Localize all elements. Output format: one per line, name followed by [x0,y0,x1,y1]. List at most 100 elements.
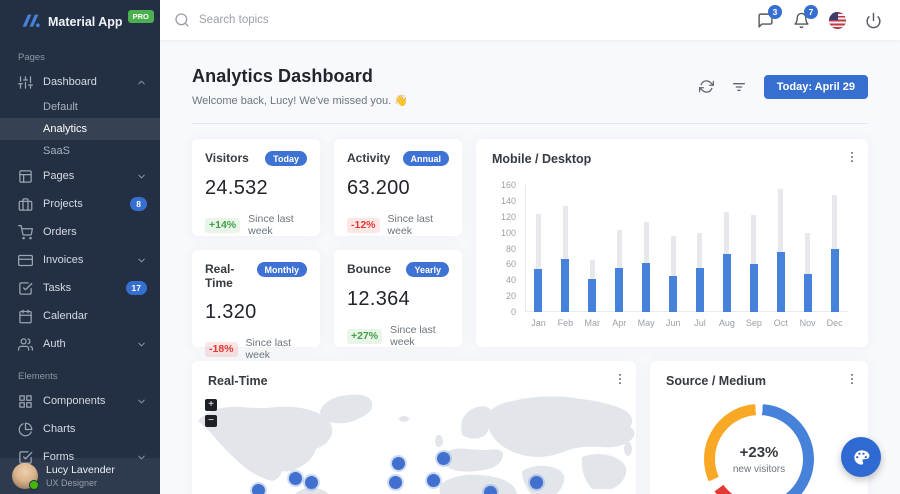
map-visitor-dot [252,484,265,494]
search-input[interactable] [199,14,419,26]
bar-group [606,185,633,312]
subitem-label: Default [43,101,78,113]
map-visitor-dot [427,474,440,487]
pro-badge: PRO [128,10,154,23]
map-zoom-out-button[interactable]: − [205,415,217,427]
sidebar-item-label: Components [43,395,105,407]
bar-group [525,185,552,312]
more-options-icon[interactable] [613,372,627,391]
stat-card-visitors: Visitors Today 24.532 +14% Since last we… [192,139,320,236]
sidebar-item-components[interactable]: Components [0,387,160,415]
sidebar-subitem-saas[interactable]: SaaS [0,140,160,162]
sidebar-item-label: Orders [43,226,77,238]
mobile-bar [696,268,704,312]
credit-card-icon [18,253,33,268]
x-axis-labels: JanFebMarAprMayJunJulAugSepOctNovDec [525,318,848,328]
notifications-button[interactable]: 7 [793,12,810,29]
chevron-down-icon [136,255,147,266]
y-axis-tick: 20 [492,291,516,301]
desktop-bar [617,230,622,268]
stat-caption: Since last week [390,324,449,348]
sidebar-item-charts[interactable]: Charts [0,415,160,443]
page-title: Analytics Dashboard [192,66,408,87]
brand-name: Material App [48,15,123,29]
stat-value: 24.532 [205,177,307,200]
bar-group [660,185,687,312]
sidebar-user[interactable]: Lucy Lavender UX Designer [0,458,160,494]
sidebar-item-auth[interactable]: Auth [0,330,160,358]
sidebar-item-calendar[interactable]: Calendar [0,302,160,330]
header-divider [192,123,868,124]
desktop-bar [832,195,837,249]
language-flag-us-icon[interactable] [829,12,846,29]
chevron-down-icon [136,171,147,182]
stat-card-activity: Activity Annual 63.200 -12% Since last w… [334,139,462,236]
map-visitor-dot [305,476,318,489]
y-axis-tick: 80 [492,244,516,254]
app-window: Material App PRO Pages Dashboard Default… [0,0,900,494]
mobile-bar [642,263,650,312]
stat-card-realtime: Real-Time Monthly 1.320 -18% Since last … [192,250,320,347]
x-axis-tick: Dec [821,318,848,328]
bar-group [740,185,767,312]
layout-icon [18,169,33,184]
stat-delta: -12% [347,218,380,233]
refresh-icon[interactable] [699,79,714,94]
mobile-bar [750,264,758,312]
filter-icon[interactable] [731,79,747,95]
grid-icon [18,394,33,409]
bar-group [579,185,606,312]
check-square-icon [18,281,33,296]
messages-button[interactable]: 3 [757,12,774,29]
sidebar-item-tasks[interactable]: Tasks 17 [0,274,160,302]
subitem-label: Analytics [43,123,87,135]
map-visitor-dot [389,476,402,489]
x-axis-tick: Mar [579,318,606,328]
desktop-bar [751,215,756,264]
source-medium-card: Source / Medium +23% new visitors [650,361,868,494]
messages-badge: 3 [768,5,782,19]
pie-chart-icon [18,422,33,437]
sidebar-item-label: Dashboard [43,76,97,88]
mobile-bar [804,274,812,312]
stat-value: 63.200 [347,177,449,200]
x-axis-tick: Jan [525,318,552,328]
sidebar-section-elements: Elements [0,358,160,387]
brand[interactable]: Material App PRO [0,0,160,39]
sidebar-item-projects[interactable]: Projects 8 [0,190,160,218]
user-role: UX Designer [46,478,115,488]
sidebar-item-label: Pages [43,170,74,182]
theme-settings-button[interactable] [841,437,881,477]
realtime-map-card: Real-Time + − [192,361,636,494]
sidebar-item-pages[interactable]: Pages [0,162,160,190]
sidebar-item-dashboard[interactable]: Dashboard [0,68,160,96]
user-name: Lucy Lavender [46,464,115,476]
date-button[interactable]: Today: April 29 [764,75,868,99]
bar-group [633,185,660,312]
stat-card-bounce: Bounce Yearly 12.364 +27% Since last wee… [334,250,462,347]
sidebar-item-label: Calendar [43,310,88,322]
sign-out-button[interactable] [865,12,882,29]
sidebar-subitem-analytics[interactable]: Analytics [0,118,160,140]
sidebar-item-label: Auth [43,338,66,350]
stat-title: Bounce [347,262,391,276]
search-icon [174,12,190,28]
sidebar-item-orders[interactable]: Orders [0,218,160,246]
y-axis-tick: 120 [492,212,516,222]
page-subtitle: Welcome back, Lucy! We've missed you. 👋 [192,94,408,107]
desktop-bar [697,233,702,268]
search-box [174,12,419,28]
map-zoom-in-button[interactable]: + [205,399,217,411]
x-axis-tick: Nov [794,318,821,328]
y-axis-tick: 0 [492,307,516,317]
projects-count-badge: 8 [130,197,147,211]
sidebar-item-label: Projects [43,198,83,210]
power-icon [865,12,882,29]
desktop-bar [671,236,676,276]
sidebar-subitem-default[interactable]: Default [0,96,160,118]
more-options-icon[interactable] [845,150,859,169]
y-axis-tick: 100 [492,228,516,238]
donut-center-value: +23% [740,444,779,461]
more-options-icon[interactable] [845,372,859,391]
sidebar-item-invoices[interactable]: Invoices [0,246,160,274]
